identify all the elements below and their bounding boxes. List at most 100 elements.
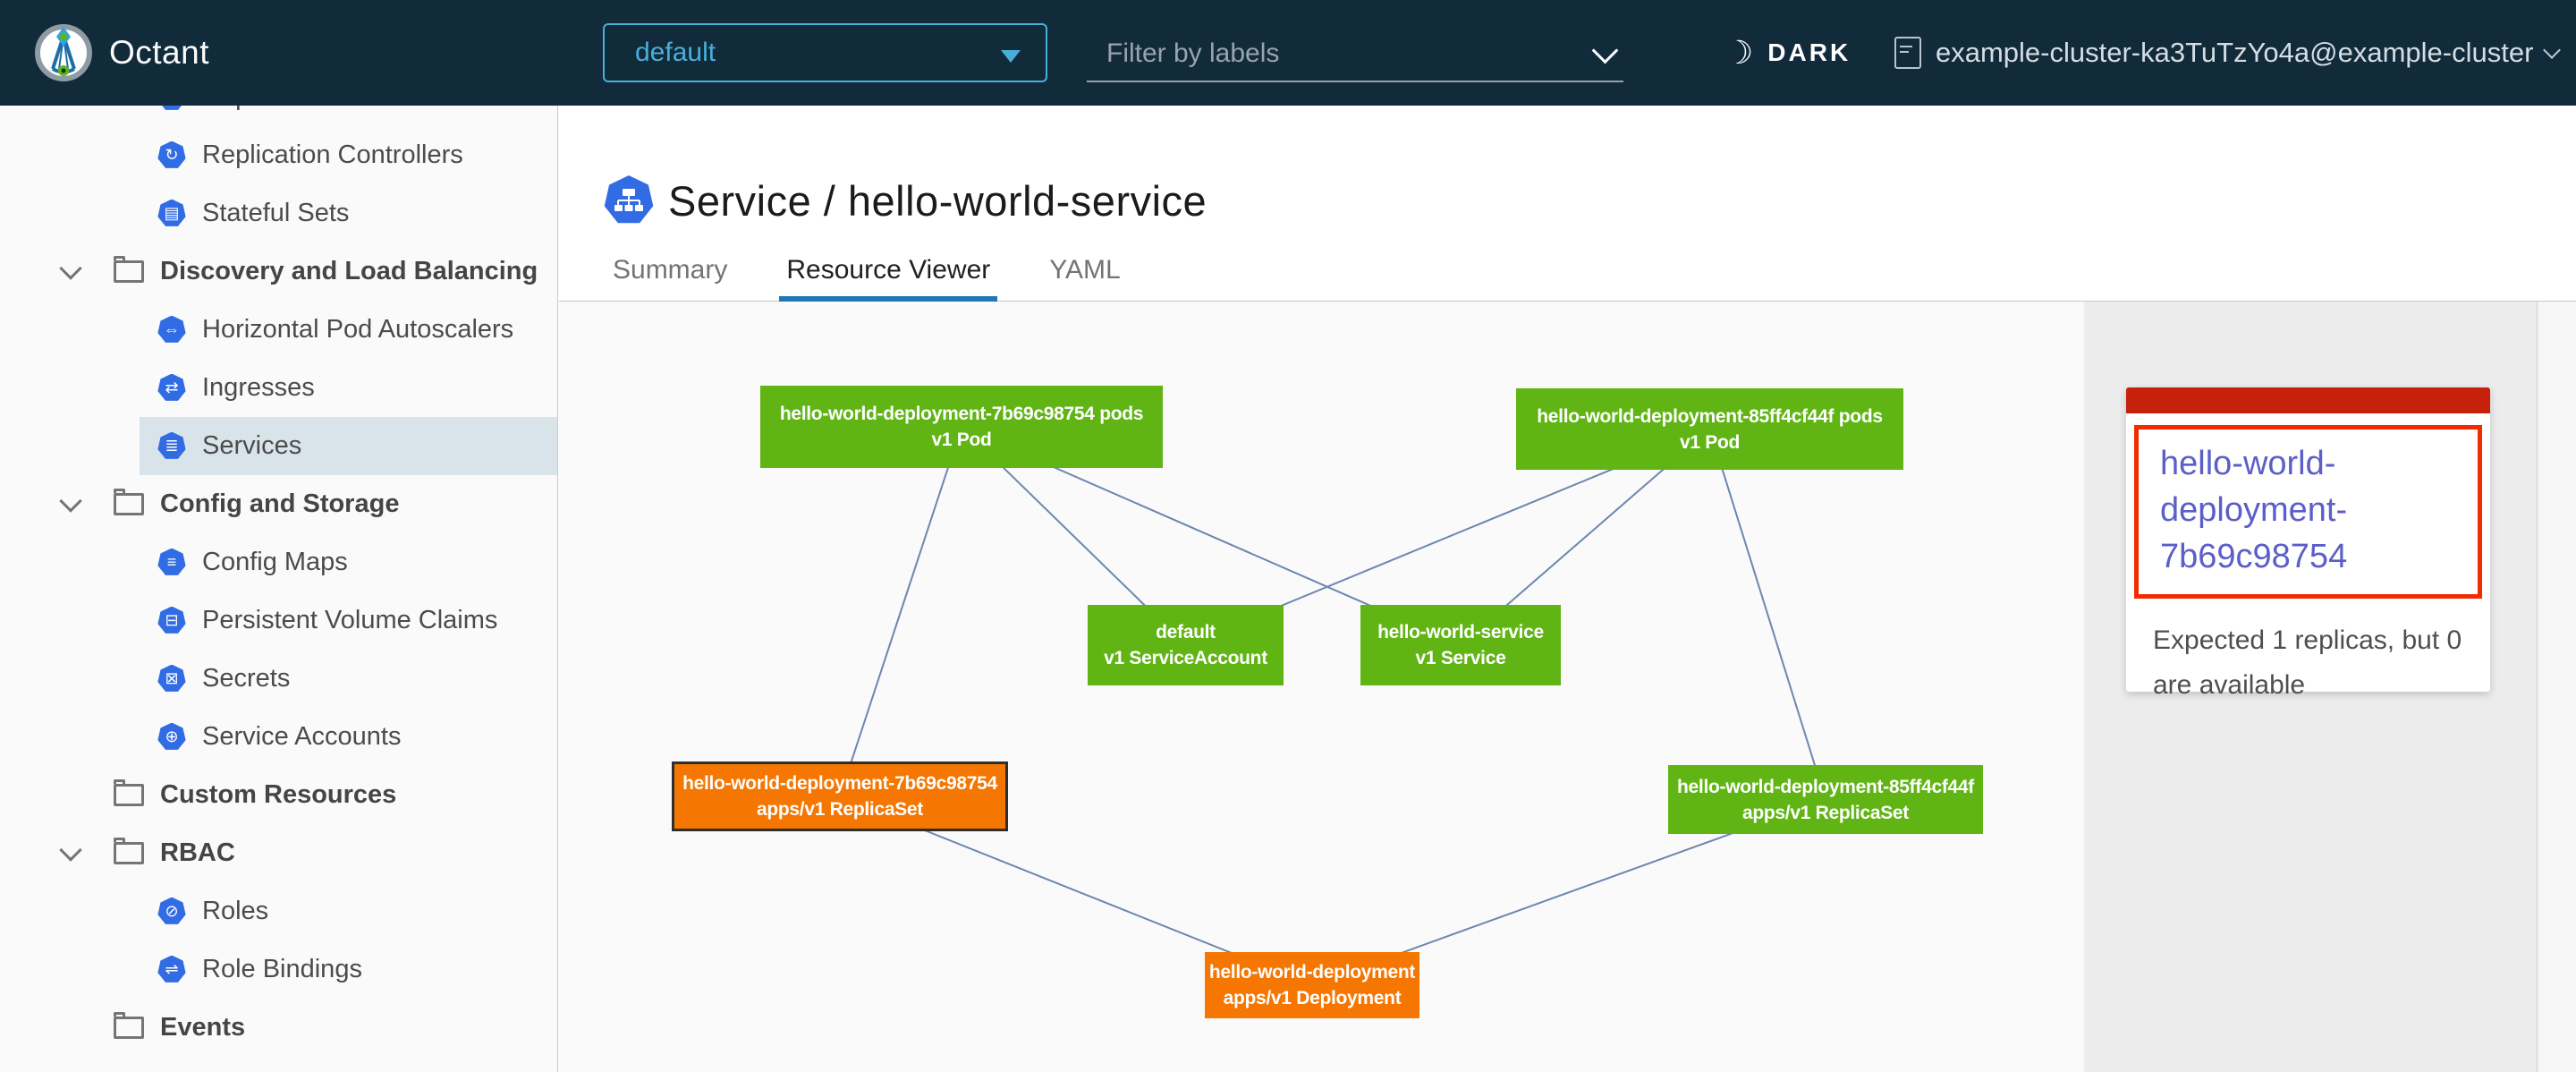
node-kind: v1 Service [1360, 645, 1561, 671]
tab-yaml[interactable]: YAML [1042, 255, 1127, 302]
sidebar-item-roles[interactable]: ⊘ Roles [0, 882, 557, 940]
cluster-context-label: example-cluster-ka3TuTzYo4a@example-clus… [1936, 37, 2533, 69]
node-kind: apps/v1 ReplicaSet [1668, 800, 1983, 826]
content-header: Service / hello-world-service Summary Res… [559, 106, 2576, 302]
app-title: Octant [109, 0, 209, 106]
folder-icon [114, 784, 144, 806]
title-row: Service / hello-world-service [604, 175, 1207, 225]
sidebar-nav: ⊞ Replica Sets ↻ Replication Controllers ▤ St… [0, 106, 557, 1057]
graph-node-dep[interactable]: hello-world-deploymentapps/v1 Deployment [1205, 952, 1419, 1018]
graph-node-svc[interactable]: hello-world-servicev1 Service [1360, 605, 1561, 685]
sidebar-item-label: Custom Resources [160, 780, 396, 810]
top-bar: Octant default ☾ DARK example-cluster-ka… [0, 0, 2576, 106]
sidebar-item-label: Persistent Volume Claims [202, 606, 497, 635]
label-filter-input[interactable] [1087, 30, 1591, 77]
node-name: default [1088, 619, 1284, 645]
chevron-down-icon[interactable] [1592, 38, 1619, 64]
status-card: hello-world-deployment-7b69c98754 Expect… [2126, 387, 2490, 692]
sidebar-item-label: Replication Controllers [202, 140, 463, 170]
sidebar-item-label: Replica Sets [202, 106, 348, 112]
chevron-down-icon[interactable] [59, 257, 81, 279]
tab-summary[interactable]: Summary [606, 255, 734, 302]
pvc-icon: ⊟ [157, 607, 186, 635]
sidebar-item-label: RBAC [160, 838, 235, 868]
sidebar-item-discovery-and-load-balancing[interactable]: Discovery and Load Balancing [0, 242, 557, 301]
graph-edge-pod1-rs1 [840, 427, 962, 796]
sidebar-item-ingresses[interactable]: ⇄Ingresses [0, 359, 557, 417]
folder-icon [114, 1017, 144, 1039]
config-maps-icon: ≡ [157, 549, 186, 577]
sidebar-item-rbac[interactable]: RBAC [0, 824, 557, 882]
graph-node-pod1[interactable]: hello-world-deployment-7b69c98754 podsv1… [760, 386, 1163, 468]
services-icon: ≣ [157, 432, 186, 461]
sidebar-item-label: Role Bindings [202, 955, 362, 984]
sidebar-item-config-and-storage[interactable]: Config and Storage [0, 475, 557, 533]
sidebar-item-label: Discovery and Load Balancing [160, 257, 538, 286]
sidebar-item-secrets[interactable]: ⊠ Secrets [0, 650, 557, 708]
detail-panel: hello-world-deployment-7b69c98754 Expect… [2084, 302, 2537, 1072]
sidebar-item-replication-controllers[interactable]: ↻ Replication Controllers [0, 126, 557, 184]
sidebar-item-service-accounts[interactable]: ⊕ Service Accounts [0, 708, 557, 766]
sidebar-item-label: Service Accounts [202, 722, 401, 752]
replica-sets-icon: ⊞ [157, 106, 186, 112]
hpa-icon: ⇔ [157, 316, 186, 345]
chevron-down-icon[interactable] [59, 838, 81, 861]
replication-controllers-icon: ↻ [157, 141, 186, 170]
namespace-select[interactable]: default [603, 23, 1047, 82]
page-title: Service / hello-world-service [668, 176, 1207, 225]
service-heptagon-icon [604, 175, 654, 225]
sidebar-item-replica-sets[interactable]: ⊞ Replica Sets [0, 106, 557, 126]
role-bindings-icon: ⇌ [157, 956, 186, 984]
sidebar-item-label: Stateful Sets [202, 199, 349, 228]
node-name: hello-world-service [1360, 619, 1561, 645]
octant-logo-icon [34, 23, 93, 82]
node-kind: apps/v1 Deployment [1205, 985, 1419, 1011]
resource-link[interactable]: hello-world-deployment-7b69c98754 [2160, 440, 2428, 580]
moon-icon: ☾ [1724, 34, 1753, 72]
sidebar-item-label: Roles [202, 897, 268, 926]
caret-down-icon [1001, 50, 1021, 63]
node-name: hello-world-deployment-7b69c98754 [674, 770, 1005, 796]
sidebar-item-label: Events [160, 1013, 245, 1042]
node-kind: v1 Pod [760, 427, 1163, 453]
sidebar-item-config-maps[interactable]: ≡Config Maps [0, 533, 557, 591]
sidebar-item-label: Services [202, 431, 301, 461]
theme-toggle[interactable]: ☾ DARK [1724, 0, 1851, 106]
node-kind: v1 ServiceAccount [1088, 645, 1284, 671]
roles-icon: ⊘ [157, 898, 186, 926]
sidebar-item-role-bindings[interactable]: ⇌ Role Bindings [0, 940, 557, 999]
stateful-sets-icon: ▤ [157, 200, 186, 228]
node-name: hello-world-deployment-85ff4cf44f pods [1516, 404, 1903, 430]
folder-icon [114, 260, 144, 283]
vertical-scrollbar[interactable] [2537, 302, 2576, 1072]
secrets-icon: ⊠ [157, 665, 186, 693]
sidebar-item-stateful-sets[interactable]: ▤ Stateful Sets [0, 184, 557, 242]
tab-resource-viewer[interactable]: Resource Viewer [779, 255, 997, 302]
status-bar-error [2126, 387, 2490, 413]
cluster-context-selector[interactable]: example-cluster-ka3TuTzYo4a@example-clus… [1894, 0, 2558, 106]
sidebar-item-custom-resources[interactable]: Custom Resources [0, 766, 557, 824]
sidebar-item-horizontal-pod-autoscalers[interactable]: ⇔Horizontal Pod Autoscalers [0, 301, 557, 359]
graph-edge-pod2-rs2 [1710, 430, 1826, 800]
sidebar-item-persistent-volume-claims[interactable]: ⊟ Persistent Volume Claims [0, 591, 557, 650]
graph-node-rs2[interactable]: hello-world-deployment-85ff4cf44fapps/v1… [1668, 765, 1983, 834]
sidebar-item-label: Ingresses [202, 373, 315, 403]
sidebar-item-label: Secrets [202, 664, 290, 693]
chevron-down-icon [2544, 41, 2562, 59]
sidebar-item-events[interactable]: Events [0, 999, 557, 1057]
namespace-selected-value: default [635, 38, 716, 68]
node-name: hello-world-deployment [1205, 959, 1419, 985]
sidebar-item-services[interactable]: ≣ Services [0, 417, 557, 475]
status-message: Expected 1 replicas, but 0 are available [2153, 618, 2468, 708]
graph-node-sa[interactable]: defaultv1 ServiceAccount [1088, 605, 1284, 685]
status-card-highlight-box: hello-world-deployment-7b69c98754 [2134, 425, 2482, 599]
label-filter [1087, 30, 1623, 82]
graph-node-rs1[interactable]: hello-world-deployment-7b69c98754apps/v1… [672, 761, 1008, 831]
graph-node-pod2[interactable]: hello-world-deployment-85ff4cf44f podsv1… [1516, 388, 1903, 470]
service-accounts-icon: ⊕ [157, 723, 186, 752]
theme-toggle-label: DARK [1767, 38, 1851, 67]
node-name: hello-world-deployment-85ff4cf44f [1668, 774, 1983, 800]
octant-app: Octant default ☾ DARK example-cluster-ka… [0, 0, 2576, 1072]
folder-icon [114, 842, 144, 864]
chevron-down-icon[interactable] [59, 489, 81, 512]
